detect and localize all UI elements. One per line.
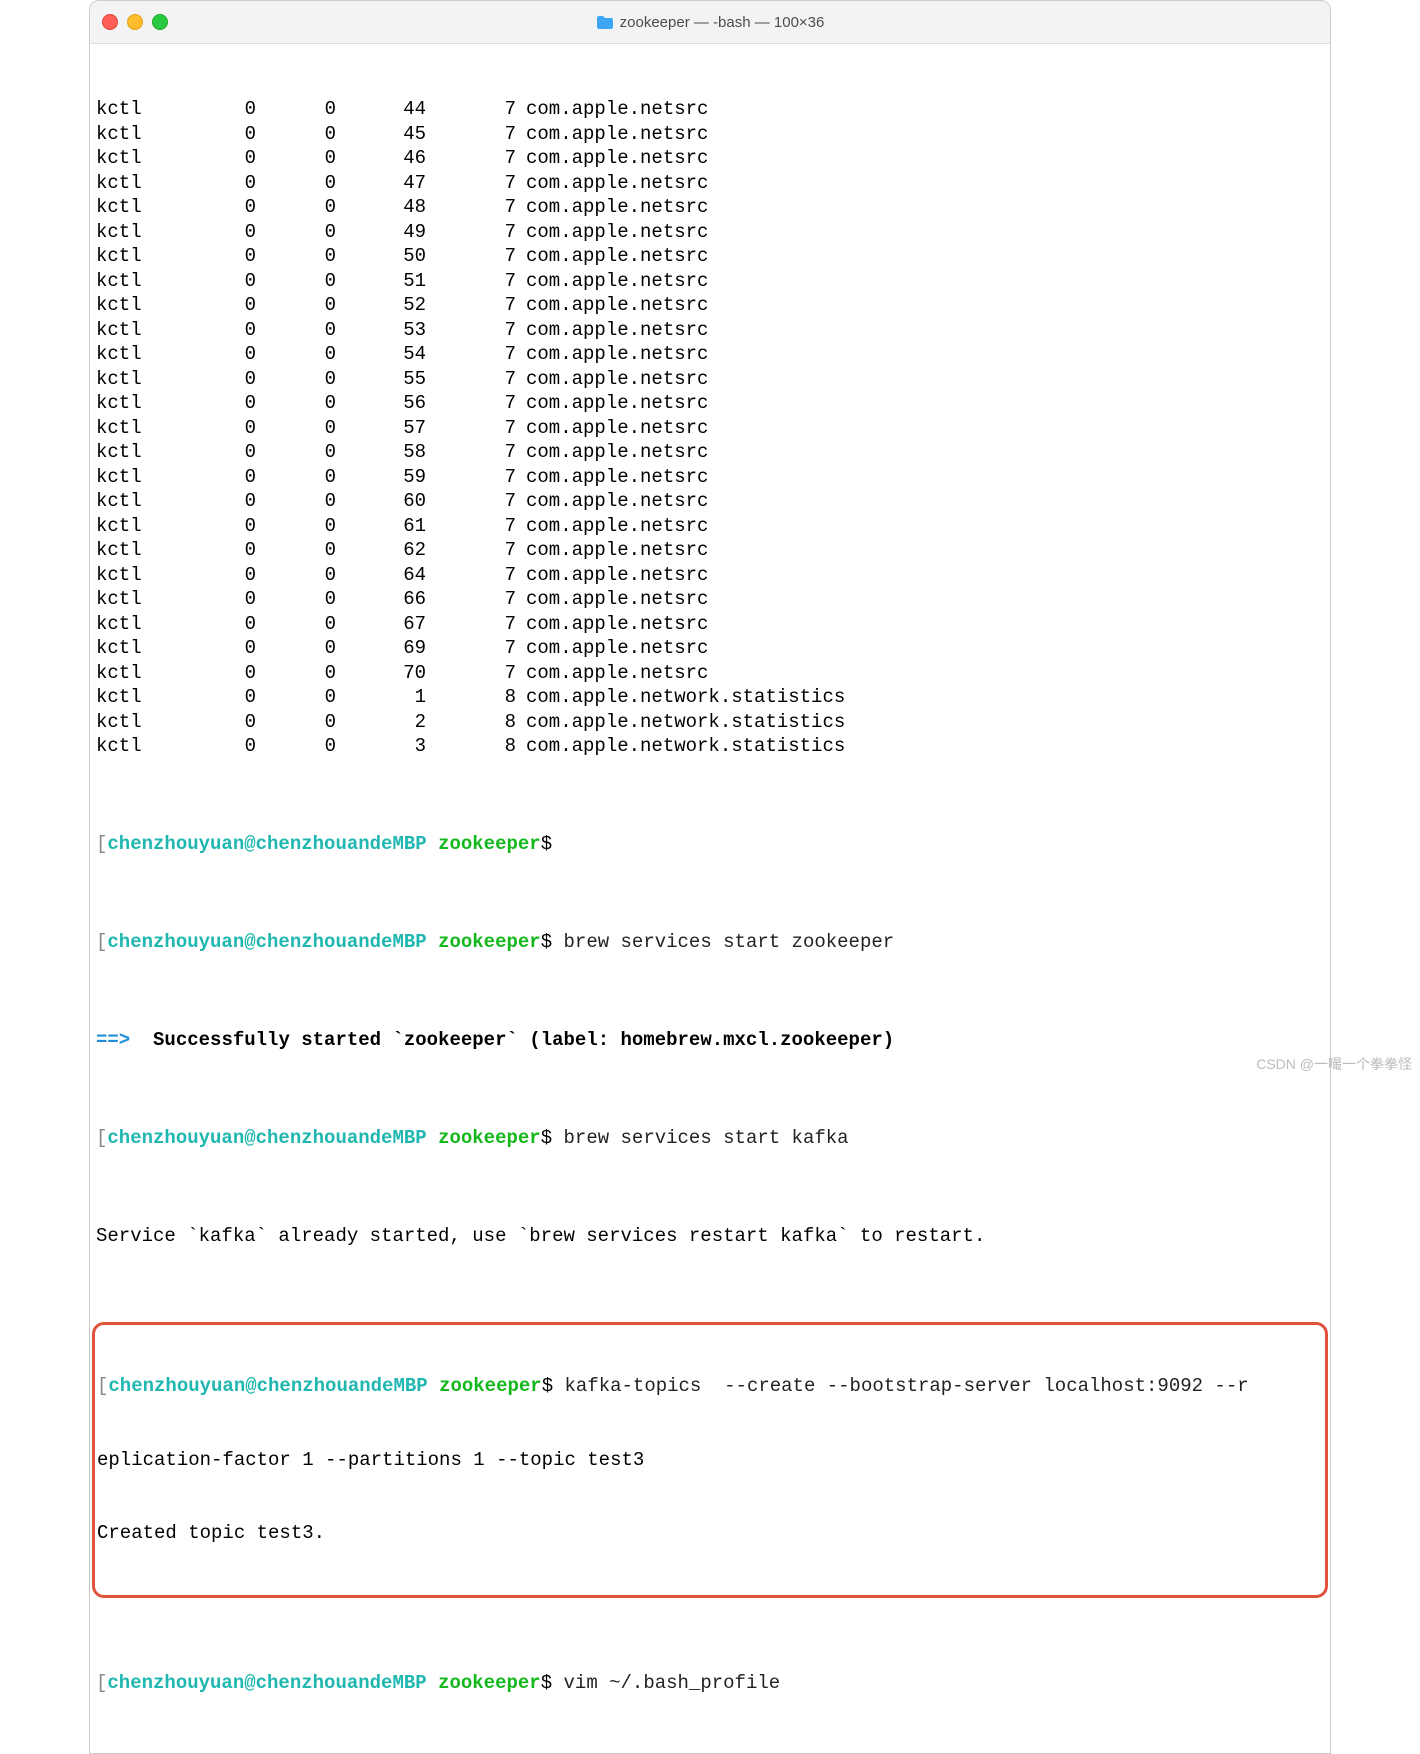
- netstat-row: kctl00647com.apple.netsrc: [96, 563, 1324, 588]
- output-success-zookeeper: ==> Successfully started `zookeeper` (la…: [96, 1028, 1324, 1053]
- window-title-text: zookeeper — -bash — 100×36: [620, 14, 825, 31]
- netstat-row: kctl00597com.apple.netsrc: [96, 465, 1324, 490]
- netstat-row: kctl00527com.apple.netsrc: [96, 293, 1324, 318]
- netstat-row: kctl00457com.apple.netsrc: [96, 122, 1324, 147]
- window-title: zookeeper — -bash — 100×36: [90, 14, 1330, 31]
- output-created-topic: Created topic test3.: [97, 1521, 1323, 1546]
- netstat-row: kctl0018com.apple.network.statistics: [96, 685, 1324, 710]
- netstat-row: kctl00667com.apple.netsrc: [96, 587, 1324, 612]
- netstat-row: kctl0038com.apple.network.statistics: [96, 734, 1324, 759]
- netstat-row: kctl00567com.apple.netsrc: [96, 391, 1324, 416]
- output-kafka-already: Service `kafka` already started, use `br…: [96, 1224, 1324, 1249]
- netstat-row: kctl00497com.apple.netsrc: [96, 220, 1324, 245]
- netstat-row: kctl00557com.apple.netsrc: [96, 367, 1324, 392]
- terminal-window: zookeeper — -bash — 100×36 kctl00447com.…: [89, 0, 1331, 1754]
- netstat-row: kctl00577com.apple.netsrc: [96, 416, 1324, 441]
- netstat-row: kctl00467com.apple.netsrc: [96, 146, 1324, 171]
- prompt-line-kafka-topics: [chenzhouyuan@chenzhouandeMBP zookeeper$…: [97, 1374, 1323, 1399]
- netstat-row: kctl00707com.apple.netsrc: [96, 661, 1324, 686]
- netstat-row: kctl00537com.apple.netsrc: [96, 318, 1324, 343]
- netstat-row: kctl00697com.apple.netsrc: [96, 636, 1324, 661]
- folder-icon: [596, 15, 614, 29]
- highlighted-region: [chenzhouyuan@chenzhouandeMBP zookeeper$…: [92, 1322, 1328, 1598]
- netstat-row: kctl00487com.apple.netsrc: [96, 195, 1324, 220]
- prompt-line-start-zookeeper: [chenzhouyuan@chenzhouandeMBP zookeeper$…: [96, 930, 1324, 955]
- netstat-row: kctl00547com.apple.netsrc: [96, 342, 1324, 367]
- netstat-row: kctl00447com.apple.netsrc: [96, 97, 1324, 122]
- netstat-row: kctl00607com.apple.netsrc: [96, 489, 1324, 514]
- netstat-row: kctl00677com.apple.netsrc: [96, 612, 1324, 637]
- netstat-row: kctl00627com.apple.netsrc: [96, 538, 1324, 563]
- prompt-line-start-kafka: [chenzhouyuan@chenzhouandeMBP zookeeper$…: [96, 1126, 1324, 1151]
- netstat-row: kctl0028com.apple.network.statistics: [96, 710, 1324, 735]
- netstat-row: kctl00507com.apple.netsrc: [96, 244, 1324, 269]
- netstat-output: kctl00447com.apple.netsrckctl00457com.ap…: [96, 97, 1324, 759]
- netstat-row: kctl00617com.apple.netsrc: [96, 514, 1324, 539]
- prompt-line-empty: [chenzhouyuan@chenzhouandeMBP zookeeper$: [96, 832, 1324, 857]
- kafka-topics-wrap: eplication-factor 1 --partitions 1 --top…: [97, 1448, 1323, 1473]
- titlebar: zookeeper — -bash — 100×36: [90, 1, 1330, 44]
- netstat-row: kctl00587com.apple.netsrc: [96, 440, 1324, 465]
- prompt-line-vim: [chenzhouyuan@chenzhouandeMBP zookeeper$…: [96, 1671, 1324, 1696]
- netstat-row: kctl00517com.apple.netsrc: [96, 269, 1324, 294]
- watermark: CSDN @一嘬一个拳拳怪: [1256, 1054, 1412, 1074]
- netstat-row: kctl00477com.apple.netsrc: [96, 171, 1324, 196]
- terminal-body[interactable]: kctl00447com.apple.netsrckctl00457com.ap…: [90, 44, 1330, 1753]
